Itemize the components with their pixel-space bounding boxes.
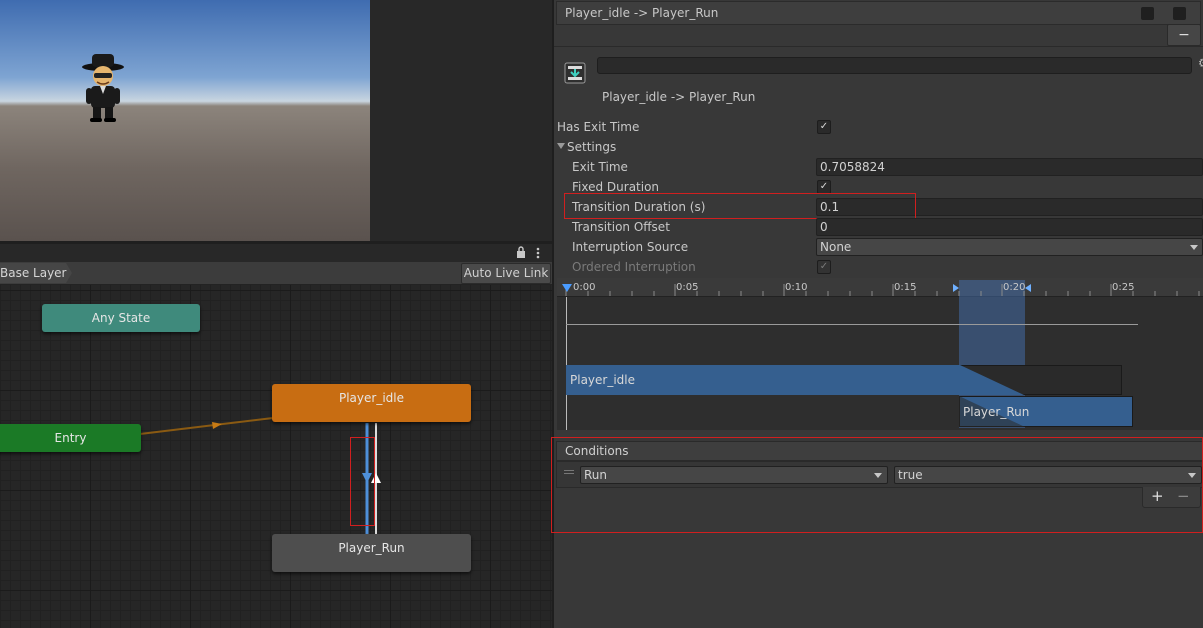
scene-view[interactable]: [0, 0, 370, 241]
ordered-interruption-label: Ordered Interruption: [572, 260, 696, 274]
chevron-down-icon: [1190, 245, 1198, 250]
exit-time-label: Exit Time: [572, 160, 628, 174]
settings-label[interactable]: Settings: [567, 140, 616, 154]
transition-timeline[interactable]: 0:00 0:05 0:10 0:15 0:20 0:25 Player_idl…: [557, 278, 1203, 430]
inspector-panel: Player_idle -> Player_Run − ⚙ Player_idl…: [551, 0, 1203, 628]
timeline-playhead-line: [566, 297, 567, 430]
inspector-header-toggle[interactable]: [1141, 7, 1154, 20]
lock-icon[interactable]: [515, 245, 527, 262]
auto-live-link-button[interactable]: Auto Live Link: [461, 263, 551, 284]
separator: [554, 46, 1203, 47]
scene-dark-area: [370, 0, 552, 241]
node-any-state[interactable]: Any State: [42, 304, 200, 332]
exit-time-field[interactable]: 0.7058824: [816, 158, 1203, 176]
node-player-run[interactable]: Player_Run: [272, 534, 471, 572]
gear-icon[interactable]: ⚙: [1198, 56, 1203, 70]
interruption-source-value: None: [820, 240, 852, 254]
transition-start-marker[interactable]: [953, 284, 959, 292]
remove-transition-button[interactable]: −: [1167, 24, 1201, 46]
animator-tab-bar: [0, 244, 552, 262]
ordered-interruption-checkbox: ✓: [817, 260, 831, 274]
interruption-source-dropdown[interactable]: None: [816, 238, 1203, 256]
animator-graph[interactable]: Any State Player_idle Entry Player_Run: [0, 285, 552, 628]
timeline-playhead-marker[interactable]: [562, 284, 572, 292]
character-sprite: [82, 54, 124, 122]
highlight-transition-duration: [564, 193, 916, 219]
transition-offset-field[interactable]: 0: [816, 218, 1203, 236]
has-exit-time-label: Has Exit Time: [557, 120, 640, 134]
fixed-duration-checkbox[interactable]: ✓: [817, 180, 831, 194]
breadcrumb-label: Base Layer: [0, 266, 67, 280]
inspector-header-title: Player_idle -> Player_Run: [565, 6, 719, 20]
inspector-header-toggle-2[interactable]: [1173, 7, 1186, 20]
timeline-tick-marks: [565, 284, 1200, 296]
clip-player-run-label: Player_Run: [963, 405, 1030, 419]
animator-toolbar: Base Layer Auto Live Link: [0, 262, 552, 285]
interruption-source-label: Interruption Source: [572, 240, 689, 254]
kebab-menu-icon[interactable]: [535, 246, 541, 263]
breadcrumb[interactable]: Base Layer: [0, 263, 72, 283]
clip-player-idle-label: Player_idle: [570, 373, 636, 387]
transition-offset-label: Transition Offset: [572, 220, 670, 234]
transition-icon: [564, 62, 586, 87]
transition-lines: [139, 417, 381, 535]
settings-foldout-icon[interactable]: [557, 143, 565, 149]
has-exit-time-checkbox[interactable]: ✓: [817, 120, 831, 134]
node-player-idle[interactable]: Player_idle: [272, 384, 471, 422]
transition-name-label: Player_idle -> Player_Run: [602, 90, 756, 104]
node-entry[interactable]: Entry: [0, 424, 141, 452]
transition-name-field[interactable]: [597, 57, 1192, 74]
transition-end-marker[interactable]: [1025, 284, 1031, 292]
timeline-curve: [566, 324, 1138, 325]
highlight-transition-box: [350, 437, 375, 526]
fixed-duration-label: Fixed Duration: [572, 180, 660, 194]
inspector-header: Player_idle -> Player_Run: [556, 1, 1201, 25]
highlight-conditions: [551, 437, 1203, 533]
